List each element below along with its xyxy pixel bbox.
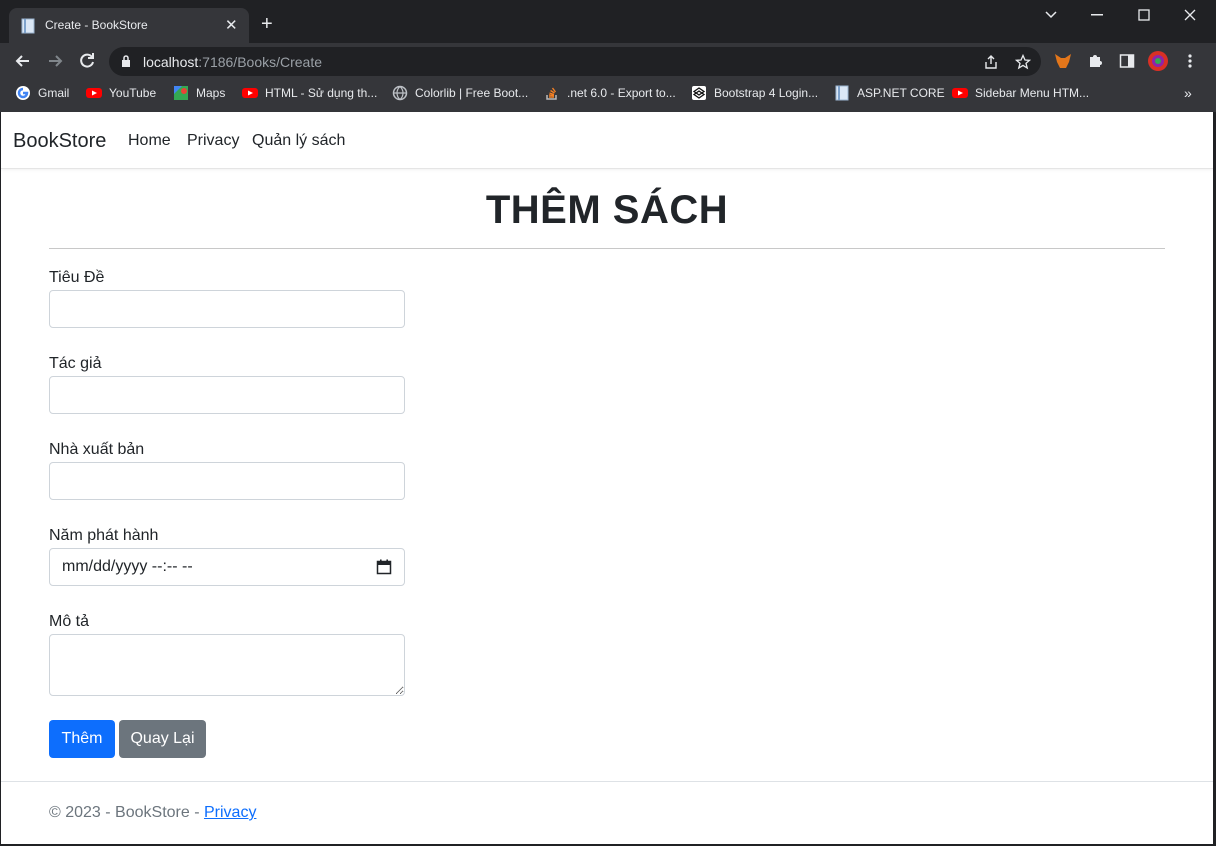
title-input[interactable] <box>49 290 405 328</box>
bookmark-youtube[interactable]: YouTube <box>86 85 156 101</box>
share-icon[interactable] <box>983 54 999 70</box>
footer: © 2023 - BookStore - Privacy <box>49 804 256 822</box>
globe-icon <box>392 85 408 101</box>
publisher-label: Nhà xuất bản <box>49 441 145 458</box>
close-window-icon[interactable] <box>1184 9 1196 21</box>
side-panel-icon[interactable] <box>1119 53 1135 69</box>
forward-icon[interactable] <box>45 51 65 71</box>
footer-text: © 2023 - BookStore - <box>49 804 204 821</box>
bookmark-html[interactable]: HTML - Sử dụng th... <box>242 85 377 101</box>
nav-link-privacy[interactable]: Privacy <box>187 132 239 150</box>
navbar-brand[interactable]: BookStore <box>13 130 106 153</box>
google-icon <box>16 86 30 100</box>
document-icon <box>835 85 849 101</box>
browser-toolbar: localhost:7186/Books/Create <box>0 43 1216 79</box>
new-tab-icon[interactable]: + <box>261 14 273 34</box>
description-label: Mô tả <box>49 613 90 630</box>
tab-search-icon[interactable] <box>1044 10 1058 20</box>
publisher-input[interactable] <box>49 462 405 500</box>
back-icon[interactable] <box>13 51 33 71</box>
author-input[interactable] <box>49 376 405 414</box>
bookmark-aspnet-core[interactable]: ASP.NET CORE <box>834 85 945 101</box>
back-button[interactable]: Quay Lại <box>119 720 206 758</box>
browser-chrome: Create - BookStore ✕ + localhost:7186/Bo… <box>0 0 1216 112</box>
bookmark-sidebar-menu[interactable]: Sidebar Menu HTM... <box>952 85 1089 101</box>
stackoverflow-icon <box>546 87 557 100</box>
footer-divider <box>1 781 1213 782</box>
maximize-icon[interactable] <box>1138 9 1150 21</box>
close-tab-icon[interactable]: ✕ <box>225 16 238 34</box>
codepen-icon <box>692 86 706 100</box>
date-placeholder: mm/dd/yyyy --:-- -- <box>62 558 193 575</box>
bookmark-bootstrap-login[interactable]: Bootstrap 4 Login... <box>691 85 818 101</box>
bookmark-maps[interactable]: Maps <box>173 85 225 101</box>
author-label: Tác giả <box>49 355 102 372</box>
url-text: localhost:7186/Books/Create <box>143 54 323 70</box>
minimize-icon[interactable] <box>1091 14 1103 16</box>
profile-avatar-icon[interactable] <box>1147 50 1169 72</box>
calendar-icon[interactable] <box>376 559 392 575</box>
bookmark-star-icon[interactable] <box>1015 54 1031 70</box>
navbar: BookStore Home Privacy Quản lý sách <box>1 112 1213 169</box>
title-label: Tiêu Đề <box>49 269 105 286</box>
bookmark-colorlib[interactable]: Colorlib | Free Boot... <box>392 85 528 101</box>
page-title: THÊM SÁCH <box>485 188 729 232</box>
year-label: Năm phát hành <box>49 527 159 544</box>
page-icon <box>21 18 35 34</box>
youtube-icon <box>242 88 258 98</box>
youtube-icon <box>952 88 968 98</box>
footer-privacy-link[interactable]: Privacy <box>204 804 256 821</box>
bookmarks-overflow-icon[interactable]: » <box>1184 85 1192 101</box>
address-bar[interactable]: localhost:7186/Books/Create <box>109 47 1041 76</box>
metamask-icon[interactable] <box>1054 53 1072 69</box>
lock-icon[interactable] <box>121 55 131 68</box>
release-date-input[interactable]: mm/dd/yyyy --:-- -- <box>49 548 405 586</box>
description-textarea[interactable] <box>49 634 405 696</box>
tab-title: Create - BookStore <box>45 18 148 32</box>
bookmarks-bar: Gmail YouTube Maps HTML - Sử dụng th... … <box>0 79 1216 108</box>
browser-tab[interactable]: Create - BookStore ✕ <box>9 8 249 43</box>
bookmark-gmail[interactable]: Gmail <box>15 85 69 101</box>
add-button[interactable]: Thêm <box>49 720 115 758</box>
nav-link-manage-books[interactable]: Quản lý sách <box>252 132 345 150</box>
reload-icon[interactable] <box>77 51 97 71</box>
bookmark-stackoverflow[interactable]: .net 6.0 - Export to... <box>544 85 676 101</box>
youtube-icon <box>86 88 102 98</box>
title-divider <box>49 248 1165 249</box>
nav-link-home[interactable]: Home <box>128 132 171 150</box>
web-page: BookStore Home Privacy Quản lý sách THÊM… <box>1 112 1213 844</box>
title-bar: Create - BookStore ✕ + <box>0 0 1216 43</box>
extensions-icon[interactable] <box>1087 53 1103 69</box>
maps-icon <box>174 86 188 100</box>
menu-kebab-icon[interactable] <box>1187 53 1193 69</box>
